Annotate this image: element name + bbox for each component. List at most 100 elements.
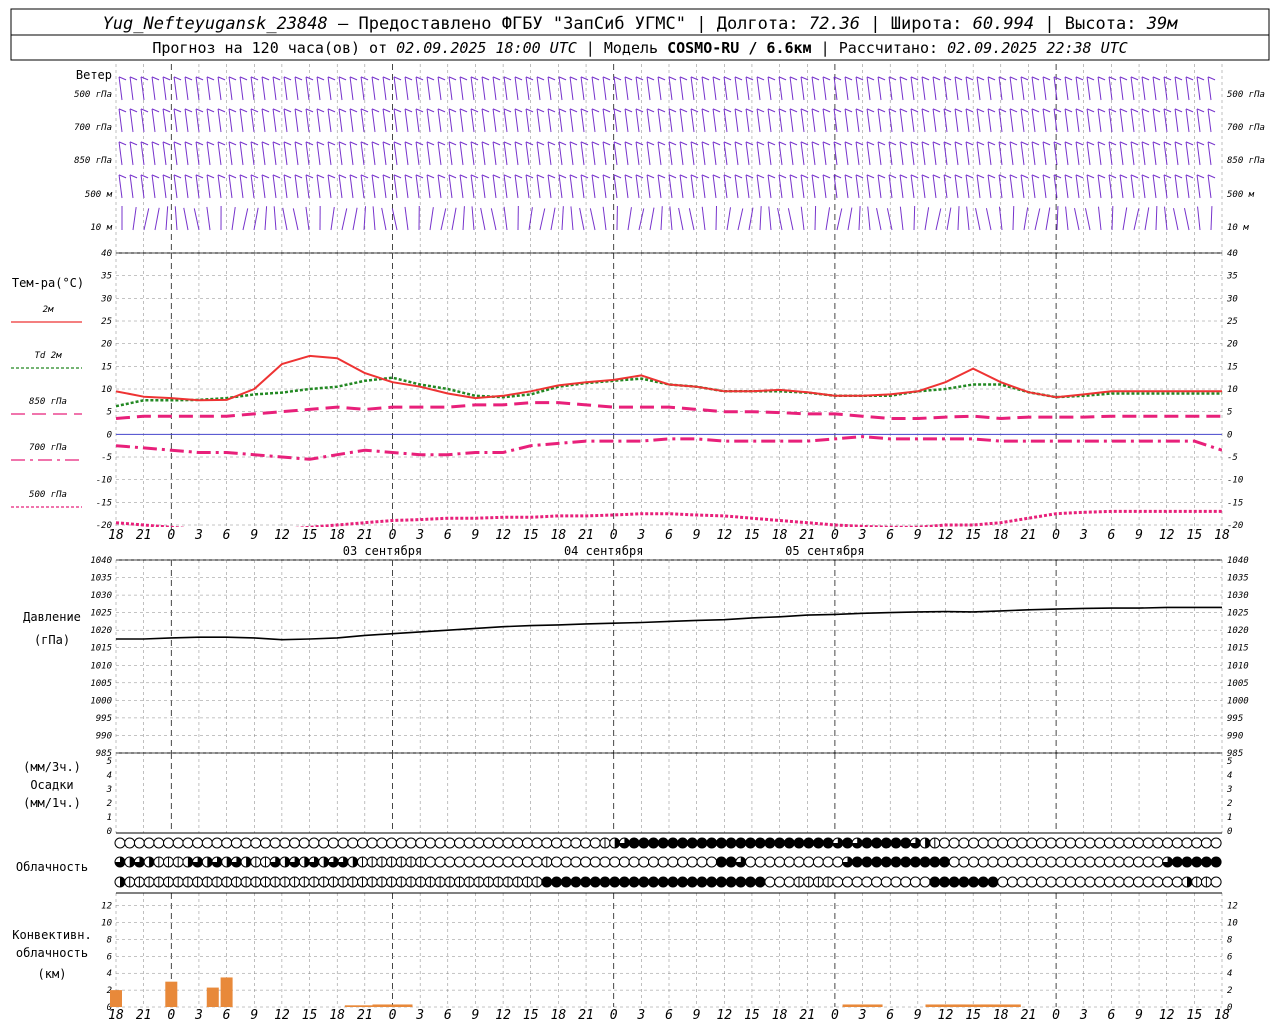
cloud-symbol [977, 856, 989, 868]
wind-level-label-left: 10 м [90, 223, 112, 233]
wind-barb-flag [371, 141, 380, 146]
wind-barb [1174, 141, 1179, 166]
cloud-symbol [1016, 876, 1028, 888]
cloud-symbol [1016, 856, 1028, 868]
wind-barb [372, 206, 376, 231]
wind-barb [151, 108, 156, 133]
wind-barb [360, 76, 365, 101]
wind-barb-flag [921, 141, 930, 146]
wind-barb [756, 174, 761, 199]
wind-barb [635, 174, 640, 199]
wind-barb-flag [800, 76, 809, 81]
wind-barb [1097, 141, 1102, 166]
wind-barb-flag [514, 76, 523, 81]
wind-barb-flag [1119, 174, 1128, 179]
wind-level-label-left: 500 гПа [74, 90, 112, 100]
conv-tick-label-right: 10 [1227, 919, 1238, 929]
wind-barb-flag [1163, 76, 1172, 81]
wind-barb [206, 206, 211, 231]
temp-tick-label-right: 5 [1227, 408, 1232, 418]
wind-barb-flag [976, 108, 985, 113]
wind-barb [1207, 108, 1212, 133]
time-hour-label: 12 [938, 528, 954, 543]
wind-barb-flag [327, 174, 336, 179]
cloud-fill-full [687, 877, 698, 887]
cloud-fill-full [823, 838, 834, 848]
cloud-symbol [386, 837, 398, 849]
wind-barb-flag [536, 141, 545, 146]
wind-barb [1174, 108, 1179, 133]
wind-barb [602, 206, 607, 231]
temp-legend-label: 500 гПа [29, 490, 67, 500]
wind-barb [811, 76, 816, 101]
wind-barb [1064, 141, 1069, 166]
wind-barb-flag [1141, 76, 1150, 81]
wind-barb-flag [514, 141, 523, 146]
wind-barb [239, 108, 244, 133]
cloud-symbol [1026, 876, 1038, 888]
wind-barb [558, 174, 563, 199]
cloud-symbol [424, 837, 436, 849]
model-name: COSMO-RU / 6.6км [667, 39, 812, 57]
cloud-fill-full [1191, 857, 1202, 867]
time-hour-label: 21 [136, 1008, 152, 1023]
wind-barb [492, 141, 497, 166]
wind-barb-flag [294, 141, 303, 146]
wind-barb [1065, 206, 1069, 231]
wind-barb-flag [789, 141, 798, 146]
wind-barb [492, 174, 497, 199]
wind-barb-flag [1163, 141, 1172, 146]
wind-barb-flag [151, 141, 160, 146]
wind-barb-flag [283, 108, 292, 113]
time-hour-label: 21 [1021, 1008, 1037, 1023]
wind-barb-flag [1009, 141, 1018, 146]
wind-barb [341, 208, 348, 231]
header-line-1: Yug_Nefteyugansk_23848 – Предоставлено Ф… [103, 14, 1179, 34]
wind-barb-flag [932, 108, 941, 113]
pressure-tick-label-right: 1035 [1227, 574, 1249, 584]
wind-barb-flag [800, 141, 809, 146]
wind-barb [789, 174, 794, 199]
cloud-fill-full [735, 877, 746, 887]
time-hour-label: 6 [444, 528, 452, 543]
wind-barb [1009, 76, 1014, 101]
wind-barb [657, 76, 662, 101]
cloud-symbol [589, 837, 601, 849]
temp-tick-label-left: 15 [101, 362, 112, 372]
wind-barb-flag [195, 108, 204, 113]
time-hour-label: 6 [444, 1008, 452, 1023]
wind-barb-flag [1042, 76, 1051, 81]
conv-bar [372, 1004, 413, 1007]
wind-barb [1119, 76, 1124, 101]
provider: Предоставлено ФГБУ "ЗапСиб УГМС" [358, 14, 686, 34]
wind-barb-flag [349, 174, 358, 179]
wind-barb [429, 207, 434, 231]
wind-barb [690, 108, 695, 133]
wind-barb-flag [899, 174, 908, 179]
cloud-fill-full [920, 857, 931, 867]
wind-barb [1119, 174, 1124, 199]
pressure-tick-label-right: 1005 [1227, 679, 1249, 689]
wind-barb-flag [129, 141, 138, 146]
cloud-fill-full [1172, 857, 1183, 867]
wind-barb [1152, 76, 1157, 101]
wind-barb [536, 141, 541, 166]
wind-barb [382, 141, 387, 166]
conv-tick-label-left: 6 [107, 952, 112, 962]
cloud-symbol [1210, 837, 1222, 849]
temp-tick-label-right: 10 [1227, 385, 1238, 395]
wind-barb-flag [305, 174, 314, 179]
wind-barb [481, 141, 486, 166]
time-hour-label: 18 [1214, 1008, 1230, 1023]
wind-barb [481, 174, 486, 199]
wind-barb-flag [217, 141, 226, 146]
wind-barb [228, 174, 233, 199]
wind-barb [525, 141, 530, 166]
time-hour-label: 0 [610, 1008, 618, 1023]
time-hour-label: 21 [799, 1008, 815, 1023]
wind-barb-flag [338, 141, 347, 146]
pressure-tick-label-right: 1020 [1227, 626, 1249, 636]
wind-barb-flag [998, 108, 1007, 113]
wind-barb [646, 174, 651, 199]
wind-barb [349, 141, 354, 166]
